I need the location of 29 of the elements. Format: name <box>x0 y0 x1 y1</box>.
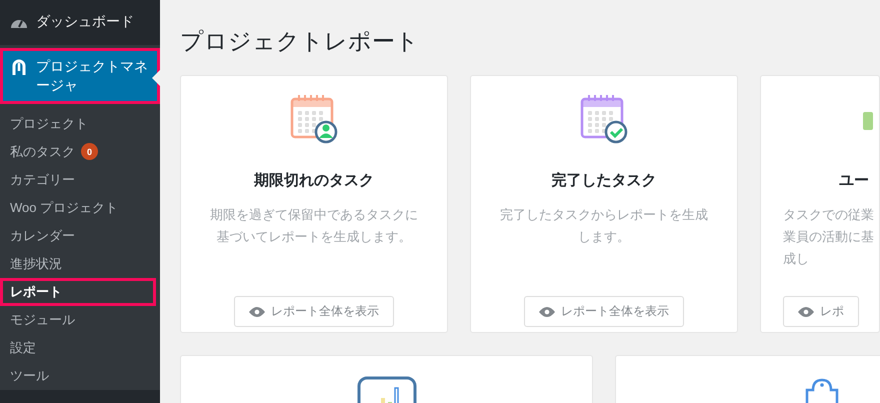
submenu-item[interactable]: モジュール <box>0 306 160 334</box>
submenu-item[interactable]: ツール <box>0 362 160 390</box>
page-title: プロジェクトレポート <box>180 27 420 56</box>
logo-icon <box>10 58 28 76</box>
dashboard-menu-item[interactable]: ダッシュボード <box>0 0 160 45</box>
view-report-button[interactable]: レポート全体を表示 <box>524 296 684 327</box>
submenu-item[interactable]: プロジェクト <box>0 110 160 138</box>
submenu-item[interactable]: カレンダー <box>0 222 160 250</box>
card-title: ユー <box>839 171 869 190</box>
eye-icon <box>798 306 814 316</box>
submenu-item[interactable]: レポート <box>0 278 156 306</box>
count-badge: 0 <box>81 143 98 160</box>
card-title: 完了したタスク <box>552 171 656 190</box>
eye-icon <box>249 306 265 316</box>
submenu-item[interactable]: 設定 <box>0 334 160 362</box>
project-manager-menu-item[interactable]: プロジェクトマネージャ <box>0 48 160 104</box>
calendar-check-icon <box>580 94 628 144</box>
card-title: 期限切れのタスク <box>254 171 374 190</box>
calendar-user-icon <box>290 94 338 144</box>
submenu-item[interactable]: 私のタスク 0 <box>0 138 160 166</box>
card-description: タスクでの従業 業員の活動に基 成し <box>783 206 874 268</box>
view-report-button[interactable]: レポート全体を表示 <box>234 296 394 327</box>
card-description: 期限を過ぎて保留中であるタスクに 基づいてレポートを生成します。 <box>210 206 418 246</box>
eye-icon <box>539 306 555 316</box>
card-description: 完了したタスクからレポートを生成 します。 <box>500 206 708 246</box>
submenu-item[interactable]: 進捗状況 <box>0 250 160 278</box>
view-report-button[interactable]: レポ <box>783 296 859 327</box>
submenu-item[interactable]: Woo プロジェクト <box>0 194 160 222</box>
submenu-item[interactable]: カテゴリー <box>0 166 160 194</box>
